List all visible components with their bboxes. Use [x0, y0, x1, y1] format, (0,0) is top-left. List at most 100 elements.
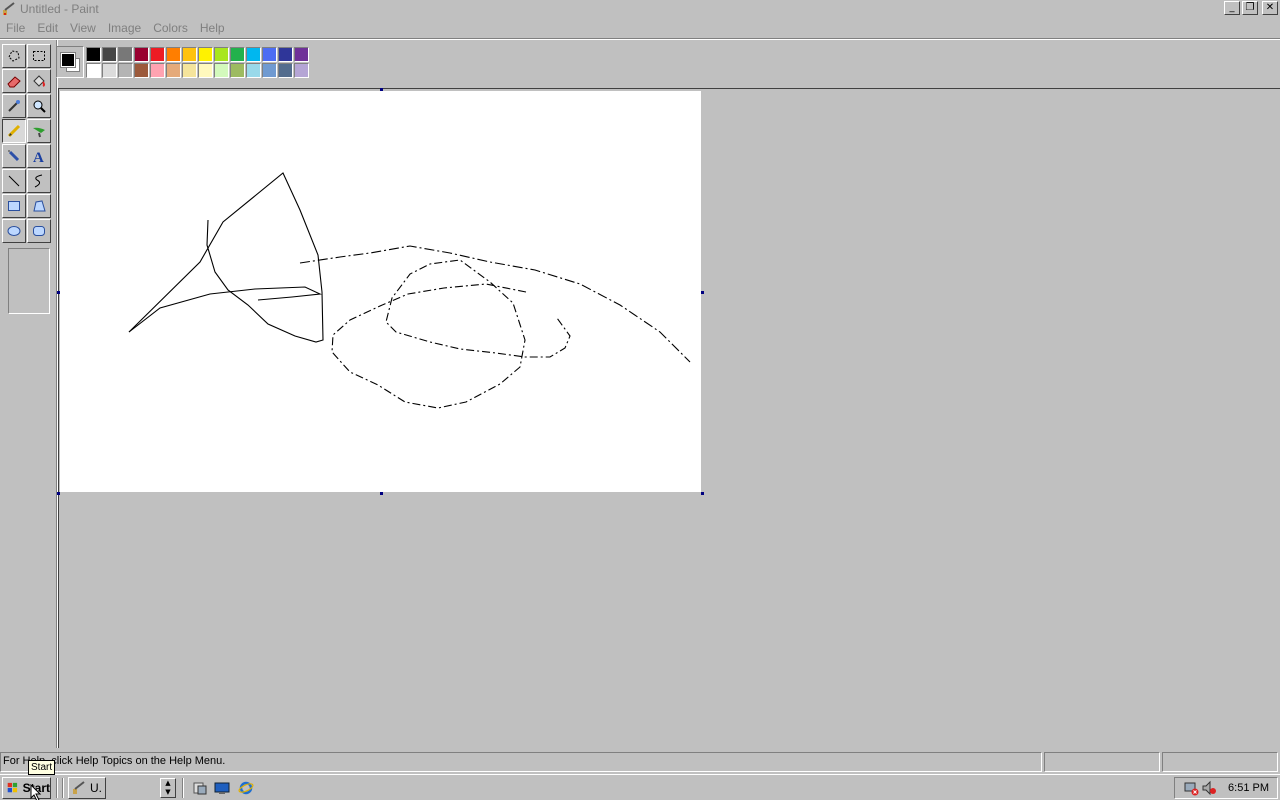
magnifier-icon — [33, 100, 46, 113]
quick-launch-ie-icon[interactable] — [238, 780, 254, 796]
quick-launch-desktop-icon[interactable] — [214, 780, 230, 796]
close-button[interactable]: ✕ — [1262, 1, 1278, 15]
fill-bucket-icon — [33, 75, 45, 87]
color-swatch[interactable] — [214, 63, 229, 78]
tool-options-box[interactable] — [8, 248, 50, 314]
tool-brush[interactable] — [27, 119, 51, 143]
color-swatch[interactable] — [118, 47, 133, 62]
tool-airbrush[interactable] — [2, 144, 26, 168]
task-button-paint[interactable]: U. — [68, 777, 106, 799]
tool-free-form-select[interactable] — [2, 44, 26, 68]
eyedropper-icon — [8, 100, 20, 112]
menu-edit[interactable]: Edit — [31, 21, 64, 35]
color-swatch[interactable] — [134, 47, 149, 62]
tool-text[interactable]: A — [27, 144, 51, 168]
taskbar: Start U. ▲ ▼ 6:51 PM — [0, 774, 1280, 800]
system-tray: 6:51 PM — [1174, 777, 1278, 799]
color-swatch[interactable] — [262, 63, 277, 78]
taskbar-scroll[interactable]: ▲ ▼ — [160, 778, 176, 798]
color-swatch[interactable] — [246, 63, 261, 78]
resize-handle-right[interactable] — [701, 291, 704, 294]
tool-rectangle[interactable] — [2, 194, 26, 218]
tool-fill-with-color[interactable] — [27, 69, 51, 93]
menu-image[interactable]: Image — [102, 21, 147, 35]
volume-muted-icon[interactable] — [1201, 780, 1217, 796]
color-swatch[interactable] — [86, 63, 101, 78]
tool-polygon[interactable] — [27, 194, 51, 218]
color-swatch[interactable] — [134, 63, 149, 78]
color-swatch[interactable] — [230, 47, 245, 62]
curve-icon — [34, 174, 43, 188]
drawing-canvas[interactable] — [60, 91, 701, 492]
tool-select[interactable] — [27, 44, 51, 68]
current-colors[interactable] — [56, 46, 84, 78]
color-swatch[interactable] — [198, 47, 213, 62]
quick-launch-explorer-icon[interactable] — [192, 780, 208, 796]
color-swatch[interactable] — [246, 47, 261, 62]
menu-help[interactable]: Help — [194, 21, 231, 35]
pencil-icon — [7, 124, 21, 138]
menu-file[interactable]: File — [0, 21, 31, 35]
restore-button[interactable]: ❐ — [1242, 1, 1258, 15]
resize-handle-corner[interactable] — [701, 492, 704, 495]
color-swatch[interactable] — [198, 63, 213, 78]
start-tooltip: Start — [28, 760, 56, 775]
resize-handle-left — [57, 291, 60, 294]
color-swatch[interactable] — [278, 47, 293, 62]
foreground-color-swatch — [60, 52, 76, 68]
resize-handle-bottom[interactable] — [380, 492, 383, 495]
close-icon: ✕ — [1265, 2, 1275, 13]
tool-curve[interactable] — [27, 169, 51, 193]
taskbar-separator — [62, 778, 64, 798]
eraser-icon — [7, 76, 21, 88]
paint-app-icon — [3, 2, 15, 15]
resize-handle-bottom-left — [57, 492, 60, 495]
menu-divider — [0, 38, 1280, 40]
tool-magnifier[interactable] — [27, 94, 51, 118]
paint-task-icon — [73, 781, 85, 794]
text-icon: A — [33, 150, 44, 164]
color-swatch[interactable] — [86, 47, 101, 62]
color-swatch[interactable] — [294, 63, 309, 78]
tool-ellipse[interactable] — [2, 219, 26, 243]
menu-bar: File Edit View Image Colors Help — [0, 18, 1280, 38]
color-swatch[interactable] — [182, 63, 197, 78]
taskbar-clock[interactable]: 6:51 PM — [1228, 782, 1269, 794]
network-disconnected-icon[interactable] — [1183, 780, 1199, 796]
scroll-down-icon[interactable]: ▼ — [165, 788, 170, 797]
mouse-cursor-icon — [30, 784, 42, 800]
status-size — [1162, 752, 1278, 772]
color-swatch[interactable] — [294, 47, 309, 62]
color-swatch[interactable] — [150, 47, 165, 62]
title-bar: Untitled - Paint _ ❐ ✕ — [0, 0, 1280, 18]
tool-eraser[interactable] — [2, 69, 26, 93]
minimize-button[interactable]: _ — [1224, 1, 1240, 15]
color-swatch[interactable] — [262, 47, 277, 62]
scroll-up-icon[interactable]: ▲ — [165, 779, 170, 788]
menu-view[interactable]: View — [64, 21, 102, 35]
start-button[interactable]: Start — [2, 777, 51, 799]
tool-rounded-rectangle[interactable] — [27, 219, 51, 243]
taskbar-separator — [56, 778, 58, 798]
svg-text:A: A — [33, 150, 44, 164]
airbrush-icon — [8, 150, 20, 162]
line-icon — [8, 175, 20, 187]
ellipse-icon — [7, 226, 21, 236]
tool-line[interactable] — [2, 169, 26, 193]
color-swatch[interactable] — [102, 47, 117, 62]
color-swatch[interactable] — [166, 63, 181, 78]
color-swatch[interactable] — [166, 47, 181, 62]
color-swatch[interactable] — [214, 47, 229, 62]
color-swatch[interactable] — [150, 63, 165, 78]
tool-pick-color[interactable] — [2, 94, 26, 118]
minimize-icon: _ — [1229, 2, 1235, 13]
canvas-drawing — [128, 172, 691, 409]
color-swatch[interactable] — [102, 63, 117, 78]
status-bar: For Help, click Help Topics on the Help … — [0, 751, 1280, 773]
color-swatch[interactable] — [182, 47, 197, 62]
color-swatch[interactable] — [230, 63, 245, 78]
tool-pencil[interactable] — [2, 119, 26, 143]
menu-colors[interactable]: Colors — [147, 21, 194, 35]
color-swatch[interactable] — [278, 63, 293, 78]
color-swatch[interactable] — [118, 63, 133, 78]
